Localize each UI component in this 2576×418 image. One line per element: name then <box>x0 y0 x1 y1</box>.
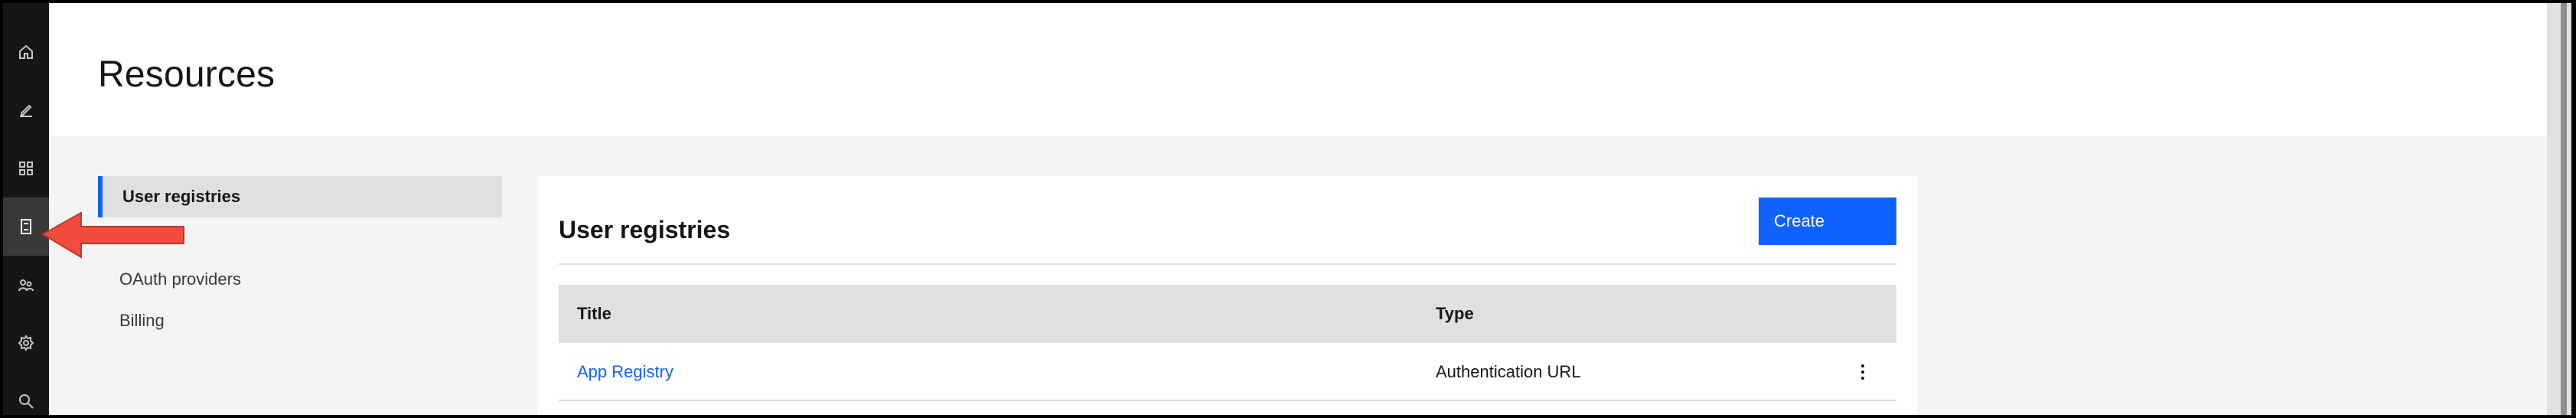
annotation-arrow-icon <box>41 211 184 259</box>
rail-edit[interactable] <box>3 81 49 139</box>
registries-table: Title Type App Registry Authentication U… <box>559 285 1896 401</box>
rail-apps[interactable] <box>3 139 49 198</box>
page-header: Resources <box>49 3 2547 136</box>
home-icon <box>19 44 33 59</box>
user-registries-card: User registries Create Title Type App Re… <box>537 176 1918 415</box>
sidenav-item-label: Billing <box>119 311 165 330</box>
users-icon <box>18 279 34 292</box>
table-header: Title Type <box>559 285 1896 343</box>
create-button[interactable]: Create <box>1759 198 1896 245</box>
card-title: User registries <box>559 216 731 243</box>
sidenav-item-billing[interactable]: Billing <box>98 300 502 341</box>
rail-home[interactable] <box>3 23 49 81</box>
table-row: App Registry Authentication URL <box>559 343 1896 401</box>
apps-grid-icon <box>19 162 33 175</box>
column-header-type: Type <box>1436 304 1474 323</box>
cell-title: App Registry <box>577 343 673 401</box>
sidenav-item-oauth-providers[interactable]: OAuth providers <box>98 259 502 300</box>
cell-type: Authentication URL <box>1436 362 1581 381</box>
registry-link[interactable]: App Registry <box>577 362 673 382</box>
sidenav-item-label: User registries <box>122 187 241 206</box>
scrollbar-thumb[interactable] <box>2561 3 2567 415</box>
divider <box>559 263 1896 265</box>
column-header-title: Title <box>577 304 611 323</box>
rail-settings[interactable] <box>3 314 49 372</box>
rail-members[interactable] <box>3 256 49 314</box>
search-icon <box>19 394 34 409</box>
row-overflow-menu-button[interactable] <box>1844 343 1881 401</box>
page-title: Resources <box>98 54 276 95</box>
resources-icon <box>21 219 31 234</box>
app-window: Resources User registries TLS OAuth prov… <box>3 3 2571 415</box>
scrollbar-track[interactable] <box>2547 3 2571 415</box>
overflow-menu-icon <box>1861 364 1864 380</box>
rail-search[interactable] <box>3 372 49 415</box>
sidenav-item-label: OAuth providers <box>119 269 241 289</box>
settings-icon <box>18 335 34 351</box>
edit-icon <box>20 104 32 117</box>
